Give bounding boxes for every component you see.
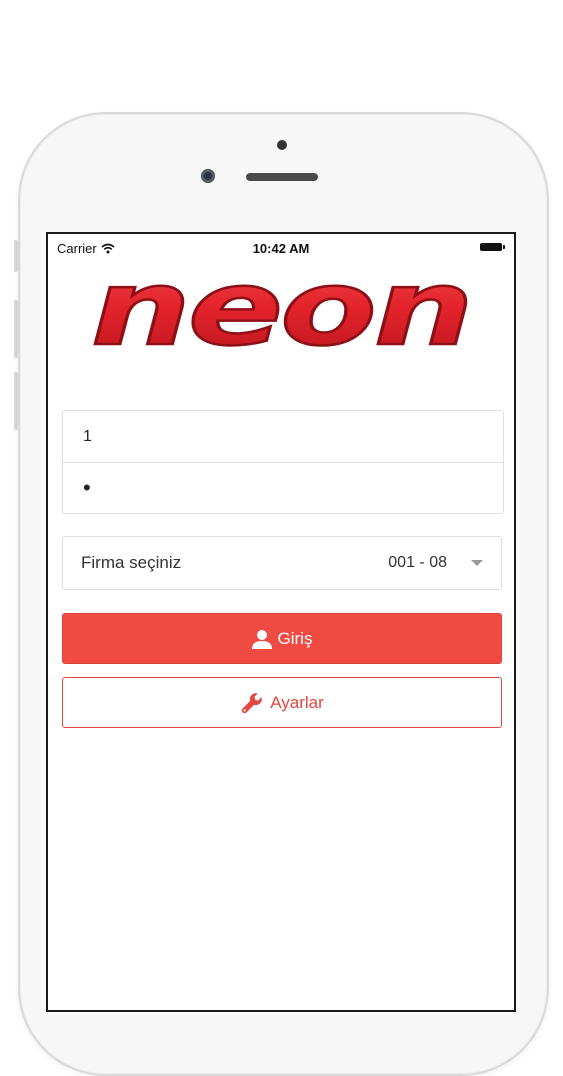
company-select-label: Firma seçiniz	[81, 553, 182, 572]
user-icon	[251, 629, 272, 649]
neon-logo: neon	[90, 270, 475, 360]
settings-button-label: Ayarlar	[270, 692, 324, 712]
company-select-value: 001 - 08	[388, 554, 447, 571]
login-button[interactable]: Giriş	[62, 613, 502, 664]
logo-text: neon	[91, 270, 471, 360]
login-button-label: Giriş	[277, 628, 313, 648]
battery-icon	[480, 243, 505, 251]
proximity-sensor	[277, 140, 287, 150]
front-camera	[201, 169, 215, 183]
login-form: 1 •	[62, 410, 504, 514]
username-field[interactable]: 1	[63, 411, 503, 462]
earpiece-speaker	[246, 173, 318, 181]
status-time: 10:42 AM	[252, 241, 310, 256]
app-screen: Carrier 10:42 AM neon 1 • Firma seçiniz …	[46, 232, 516, 1012]
username-value: 1	[83, 427, 92, 445]
status-bar: Carrier 10:42 AM	[48, 234, 514, 260]
settings-button[interactable]: Ayarlar	[62, 677, 502, 728]
chevron-down-icon	[471, 560, 483, 566]
wrench-icon	[242, 692, 263, 713]
password-field[interactable]: •	[63, 462, 503, 513]
company-select[interactable]: Firma seçiniz 001 - 08	[62, 536, 502, 590]
password-mask: •	[83, 475, 91, 500]
